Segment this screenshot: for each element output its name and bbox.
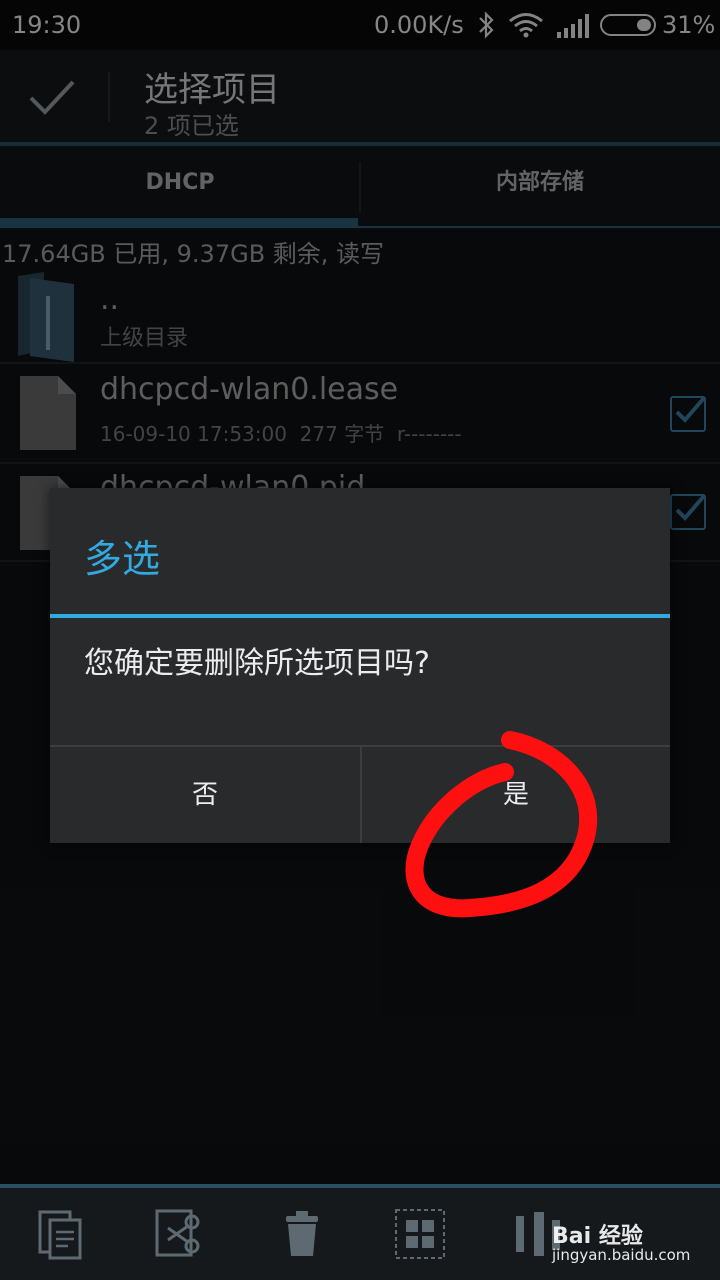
- select-all-icon[interactable]: [394, 1208, 446, 1260]
- delete-icon[interactable]: [276, 1208, 328, 1260]
- copy-icon[interactable]: [36, 1208, 88, 1260]
- dialog-title: 多选: [84, 537, 161, 581]
- dialog-title-divider: [50, 614, 670, 618]
- watermark-url: jingyan.baidu.com: [552, 1246, 691, 1264]
- no-button[interactable]: 否: [50, 747, 360, 843]
- dialog-message: 您确定要删除所选项目吗?: [84, 646, 430, 681]
- annotation-circle-icon: [405, 731, 598, 918]
- cut-icon[interactable]: [154, 1208, 206, 1260]
